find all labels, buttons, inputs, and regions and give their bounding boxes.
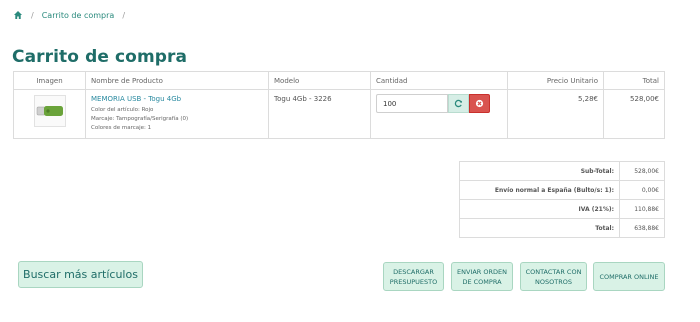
total-value: 638,88€ <box>619 218 665 238</box>
quantity-cell <box>370 89 508 139</box>
remove-item-button[interactable] <box>469 94 490 113</box>
totals-row-total: Total: 638,88€ <box>459 218 665 238</box>
buy-online-button[interactable]: COMPRAR ONLINE <box>593 262 665 291</box>
cart-table: Imagen Nombre de Producto Modelo Cantida… <box>13 71 665 139</box>
contact-us-label-line2: NOSOTROS <box>535 277 572 286</box>
download-quote-label-line1: DESCARGAR <box>393 267 434 276</box>
download-quote-label-line2: PRESUPUESTO <box>389 277 438 286</box>
cart-header-row: Imagen Nombre de Producto Modelo Cantida… <box>13 71 665 90</box>
update-quantity-button[interactable] <box>448 94 469 113</box>
breadcrumb-separator: / <box>31 10 34 20</box>
totals-row-tax: IVA (21%): 110,88€ <box>459 199 665 219</box>
subtotal-value: 528,00€ <box>619 161 665 181</box>
product-image-cell <box>13 89 86 139</box>
header-total: Total <box>603 71 665 90</box>
refresh-icon <box>454 99 463 108</box>
totals-row-subtotal: Sub-Total: 528,00€ <box>459 161 665 181</box>
header-image: Imagen <box>13 71 86 90</box>
send-order-button[interactable]: ENVIAR ORDEN DE COMPRA <box>451 262 513 291</box>
product-name-link[interactable]: MEMORIA USB - Togu 4Gb <box>91 95 263 103</box>
quantity-group <box>376 94 502 113</box>
send-order-label-line2: DE COMPRA <box>462 277 502 286</box>
product-option-marking: Marcaje: Tampografía/Serigrafía (0) <box>91 116 189 122</box>
breadcrumb-separator: / <box>122 10 126 20</box>
shipping-value: 0,00€ <box>619 180 665 200</box>
totals-row-shipping: Envío normal a España (Bulto/s: 1): 0,00… <box>459 180 665 200</box>
unit-price-cell: 5,28€ <box>507 89 604 139</box>
contact-us-label-line1: CONTACTAR CON <box>525 267 582 276</box>
product-thumbnail[interactable] <box>33 95 66 127</box>
contact-us-button[interactable]: CONTACTAR CON NOSOTROS <box>520 262 587 291</box>
breadcrumb: / Carrito de compra / <box>13 8 133 22</box>
header-quantity: Cantidad <box>370 71 508 90</box>
totals-table: Sub-Total: 528,00€ Envío normal a España… <box>459 161 665 238</box>
row-total-cell: 528,00€ <box>603 89 665 139</box>
continue-shopping-button[interactable]: Buscar más artículos <box>18 261 143 288</box>
tax-label: IVA (21%): <box>459 199 620 219</box>
header-product-name: Nombre de Producto <box>85 71 269 90</box>
product-option-color: Color del artículo: Rojo <box>91 107 154 113</box>
product-model-cell: Togu 4Gb - 3226 <box>268 89 371 139</box>
page-title: Carrito de compra <box>12 47 188 67</box>
shipping-label: Envío normal a España (Bulto/s: 1): <box>459 180 620 200</box>
home-icon[interactable] <box>13 10 23 20</box>
header-model: Modelo <box>268 71 371 90</box>
breadcrumb-current[interactable]: Carrito de compra <box>42 11 115 20</box>
table-row: MEMORIA USB - Togu 4Gb Color del artícul… <box>13 89 665 139</box>
download-quote-button[interactable]: DESCARGAR PRESUPUESTO <box>383 262 444 291</box>
send-order-label-line1: ENVIAR ORDEN <box>457 267 507 276</box>
remove-icon <box>475 99 484 108</box>
header-unit-price: Precio Unitario <box>507 71 604 90</box>
quantity-input[interactable] <box>376 94 448 113</box>
tax-value: 110,88€ <box>619 199 665 219</box>
usb-icon <box>36 106 63 116</box>
total-label: Total: <box>459 218 620 238</box>
subtotal-label: Sub-Total: <box>459 161 620 181</box>
product-option-colors: Colores de marcaje: 1 <box>91 125 152 131</box>
product-name-cell: MEMORIA USB - Togu 4Gb Color del artícul… <box>85 89 269 139</box>
